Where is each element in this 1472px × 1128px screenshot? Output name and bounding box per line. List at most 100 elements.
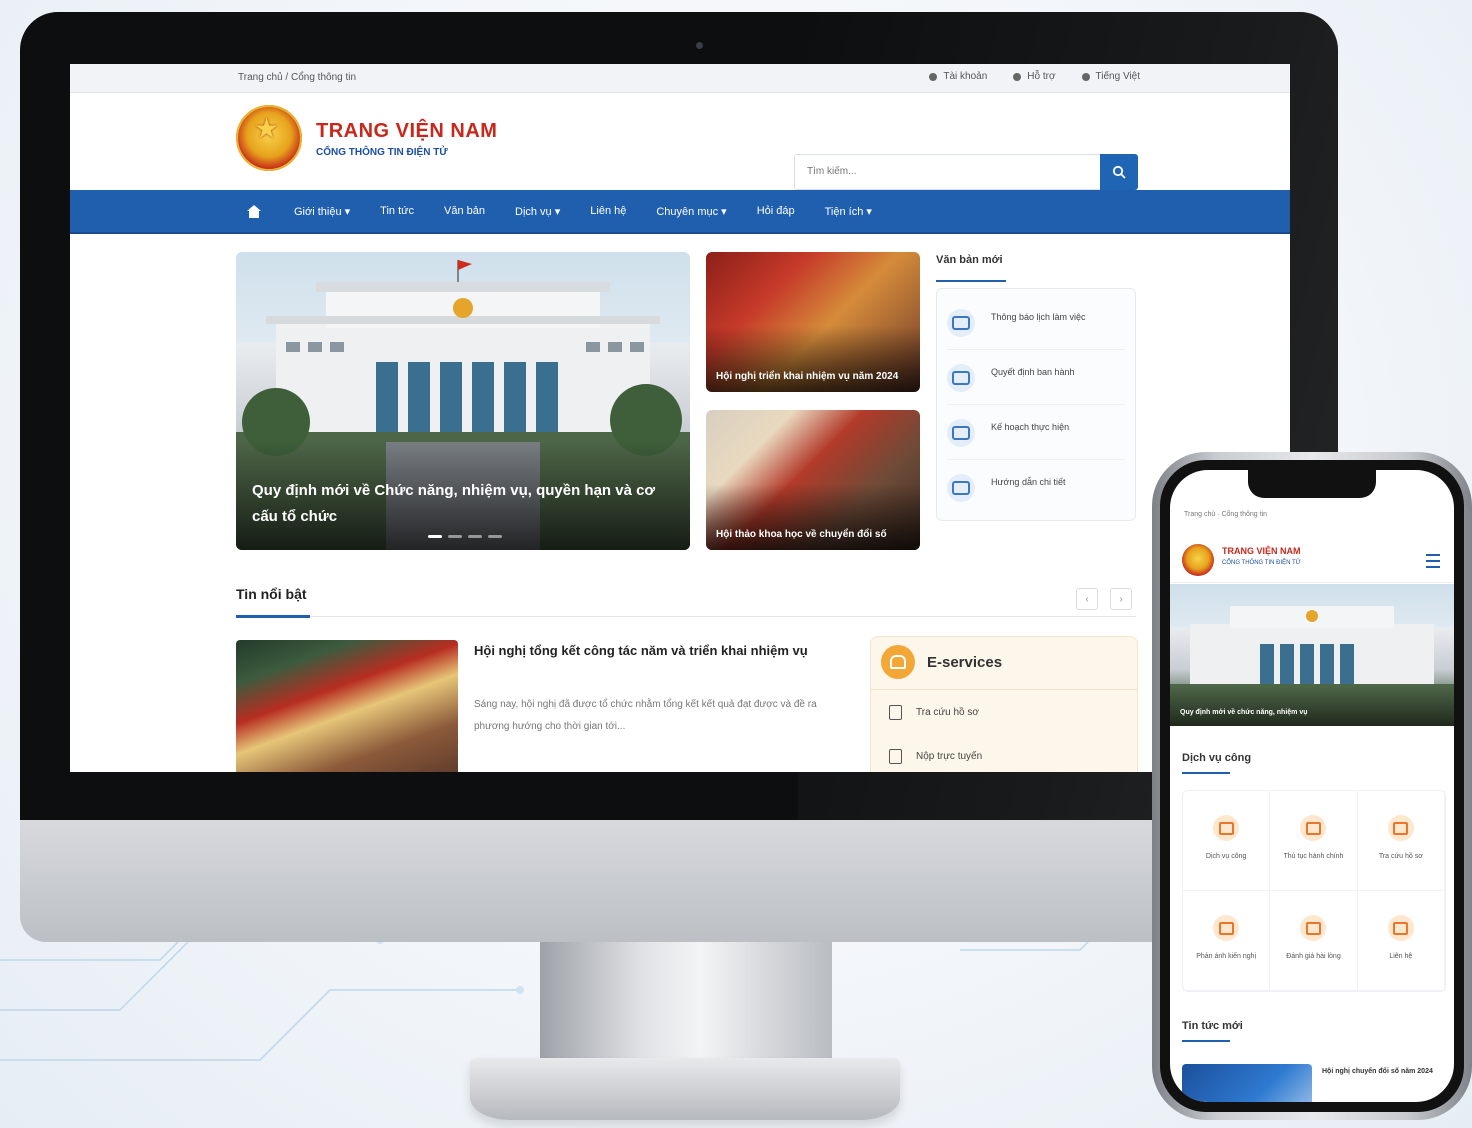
section-divider [236, 616, 1136, 617]
national-emblem-logo[interactable]: ★ [236, 105, 302, 171]
document-icon [947, 364, 975, 392]
phone-brand-subtitle: CỔNG THÔNG TIN ĐIỆN TỬ [1222, 560, 1301, 566]
service-label: Tra cứu hồ sơ [1378, 853, 1423, 860]
search-button[interactable] [1100, 154, 1138, 190]
main-nav: Giới thiệu ▾ Tin tức Văn bản Dịch vụ ▾ L… [70, 190, 1290, 234]
panel-title-underline [936, 280, 1006, 282]
calendar-icon [889, 749, 902, 764]
slider-dot[interactable] [448, 535, 462, 538]
nav-item-news[interactable]: Tin tức [380, 205, 414, 217]
document-item[interactable]: Kế hoạch thực hiện [947, 405, 1125, 460]
service-label: Đánh giá hài lòng [1286, 953, 1341, 960]
user-icon [929, 72, 938, 81]
account-link[interactable]: Tài khoản [929, 71, 987, 82]
hamburger-menu-icon[interactable] [1426, 554, 1440, 568]
news-card[interactable]: Hội thảo khoa học về chuyển đổi số [706, 410, 920, 550]
phone-bezel: Trang chủ · Cổng thông tin TRANG VIỆN NA… [1160, 460, 1464, 1112]
site-header: ★ TRANG VIỆN NAM CỔNG THÔNG TIN ĐIỆN TỬ [70, 93, 1290, 191]
hero-slide[interactable]: Quy định mới về Chức năng, nhiệm vụ, quy… [236, 252, 690, 550]
news-card-caption: Hội nghị triển khai nhiệm vụ năm 2024 [716, 371, 899, 382]
slider-dot[interactable] [488, 535, 502, 538]
support-link[interactable]: Hỗ trợ [1013, 71, 1056, 82]
phone-news-underline [1182, 1040, 1230, 1042]
phone-screen: Trang chủ · Cổng thông tin TRANG VIỆN NA… [1170, 470, 1454, 1102]
document-item[interactable]: Quyết định ban hành [947, 350, 1125, 405]
prev-button[interactable]: ‹ [1076, 588, 1098, 610]
service-tile[interactable]: Đánh giá hài lòng [1270, 891, 1358, 991]
news-card[interactable]: Hội nghị triển khai nhiệm vụ năm 2024 [706, 252, 920, 392]
search-icon [1112, 165, 1126, 179]
nav-item-about[interactable]: Giới thiệu ▾ [294, 205, 350, 218]
news-title[interactable]: Hội nghị tổng kết công tác năm và triển … [474, 640, 834, 662]
nav-item-services[interactable]: Dịch vụ ▾ [515, 205, 560, 218]
news-card-caption: Hội thảo khoa học về chuyển đổi số [716, 529, 887, 540]
eservice-item[interactable]: Tra cứu hồ sơ [889, 705, 979, 720]
phone-services-grid: Dịch vụ công Thủ tục hành chính Tra cứu … [1182, 790, 1446, 992]
phone-hero-caption: Quy định mới về chức năng, nhiệm vụ [1180, 709, 1308, 716]
home-icon [247, 204, 261, 218]
document-label: Hướng dẫn chi tiết [991, 477, 1066, 487]
hero-caption[interactable]: Quy định mới về Chức năng, nhiệm vụ, quy… [252, 478, 672, 530]
utility-bar: Trang chủ / Cổng thông tin Tài khoản Hỗ … [70, 64, 1290, 93]
desktop-screen: Trang chủ / Cổng thông tin Tài khoản Hỗ … [70, 64, 1290, 772]
monitor-chin [20, 820, 1338, 942]
nav-item-documents[interactable]: Văn bản [444, 205, 485, 217]
service-icon [1213, 815, 1240, 841]
eservice-item[interactable]: Nộp trực tuyến [889, 749, 982, 764]
phone-services-heading: Dịch vụ công [1182, 752, 1252, 764]
phone-emblem-logo[interactable] [1182, 544, 1214, 576]
eservices-divider [871, 689, 1137, 690]
phone-news-thumbnail[interactable] [1182, 1064, 1312, 1102]
camera [696, 42, 703, 49]
slider-dots [428, 535, 502, 538]
document-label: Thông báo lịch làm việc [991, 312, 1086, 322]
language-link[interactable]: Tiếng Việt [1081, 71, 1140, 82]
nav-home[interactable] [246, 203, 264, 219]
nav-item-faq[interactable]: Hỏi đáp [757, 205, 795, 217]
monitor-stand-base [470, 1058, 900, 1120]
phone-news-title[interactable]: Hội nghị chuyển đổi số năm 2024 [1322, 1066, 1442, 1078]
utility-breadcrumb[interactable]: Trang chủ / Cổng thông tin [238, 72, 356, 83]
service-tile[interactable]: Phản ánh kiến nghị [1183, 891, 1271, 991]
phone-header: TRANG VIỆN NAM CỔNG THÔNG TIN ĐIỆN TỬ [1170, 532, 1454, 583]
phone-services-underline [1182, 772, 1230, 774]
featured-news-heading: Tin nổi bật [236, 586, 307, 602]
phone-icon [1013, 72, 1022, 81]
service-tile[interactable]: Liên hệ [1357, 891, 1445, 991]
document-label: Quyết định ban hành [991, 367, 1075, 377]
news-card-overlay: Hội nghị triển khai nhiệm vụ năm 2024 [706, 326, 920, 392]
news-excerpt: Sáng nay, hội nghị đã được tổ chức nhằm … [474, 699, 817, 732]
document-item[interactable]: Thông báo lịch làm việc [947, 295, 1125, 350]
eservice-label: Nộp trực tuyến [916, 751, 983, 762]
phone-hero-slide[interactable]: Quy định mới về chức năng, nhiệm vụ [1170, 584, 1454, 726]
service-tile[interactable]: Dịch vụ công [1183, 791, 1271, 891]
nav-item-topics[interactable]: Chuyên mục ▾ [656, 205, 726, 218]
new-documents-panel: Văn bản mới Thông báo lịch làm việc Quyế… [936, 254, 1136, 521]
eservices-icon [881, 645, 915, 679]
service-icon [1387, 815, 1414, 841]
document-icon [947, 474, 975, 502]
news-thumbnail[interactable] [236, 640, 458, 772]
phone-notch [1248, 470, 1376, 498]
document-item[interactable]: Hướng dẫn chi tiết [947, 460, 1125, 514]
nav-item-contact[interactable]: Liên hệ [590, 205, 626, 217]
service-icon [1387, 915, 1414, 941]
service-tile[interactable]: Thủ tục hành chính [1270, 791, 1358, 891]
search-input[interactable] [795, 155, 1099, 187]
service-label: Thủ tục hành chính [1283, 853, 1344, 860]
slider-dot[interactable] [428, 535, 442, 538]
brand-title[interactable]: TRANG VIỆN NAM [316, 120, 497, 143]
phone-brand-title[interactable]: TRANG VIỆN NAM [1222, 546, 1301, 556]
phone-utility-bar: Trang chủ · Cổng thông tin [1170, 506, 1454, 524]
search-field[interactable] [794, 154, 1102, 190]
phone-utility-text[interactable]: Trang chủ · Cổng thông tin [1184, 511, 1267, 518]
service-label: Phản ánh kiến nghị [1196, 953, 1257, 960]
service-tile[interactable]: Tra cứu hồ sơ [1357, 791, 1445, 891]
document-icon [947, 419, 975, 447]
phone-hero-overlay: Quy định mới về chức năng, nhiệm vụ [1170, 686, 1454, 726]
brand-subtitle: CỔNG THÔNG TIN ĐIỆN TỬ [316, 147, 448, 158]
slider-dot[interactable] [468, 535, 482, 538]
next-button[interactable]: › [1110, 588, 1132, 610]
phone-frame: Trang chủ · Cổng thông tin TRANG VIỆN NA… [1152, 452, 1472, 1120]
nav-item-utilities[interactable]: Tiện ích ▾ [825, 205, 872, 218]
